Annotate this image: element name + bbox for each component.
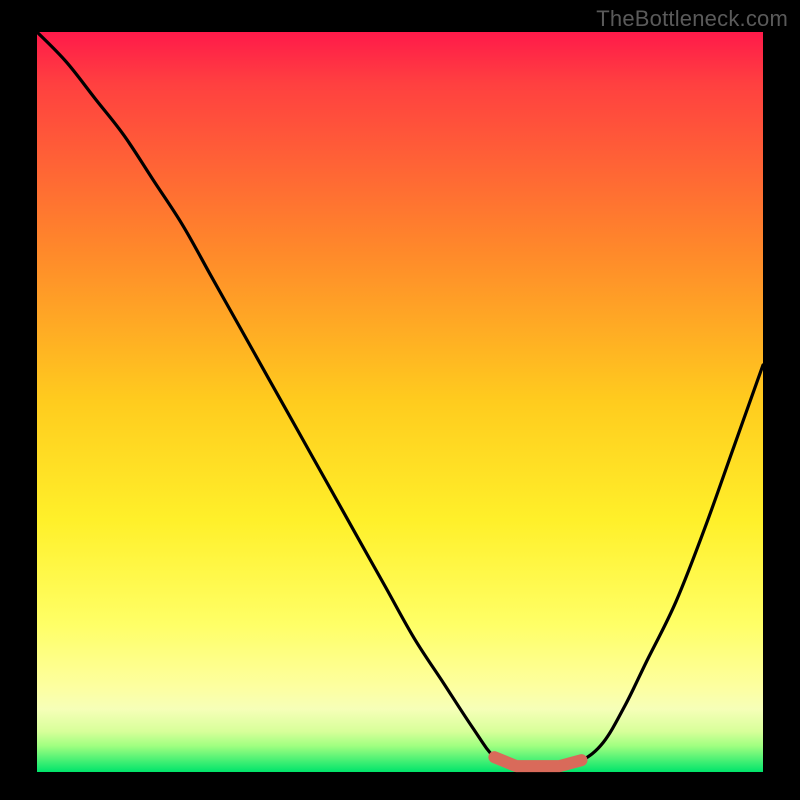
watermark-text: TheBottleneck.com — [596, 6, 788, 32]
bottleneck-chart — [0, 0, 800, 800]
plot-background — [37, 32, 763, 772]
chart-frame: TheBottleneck.com — [0, 0, 800, 800]
